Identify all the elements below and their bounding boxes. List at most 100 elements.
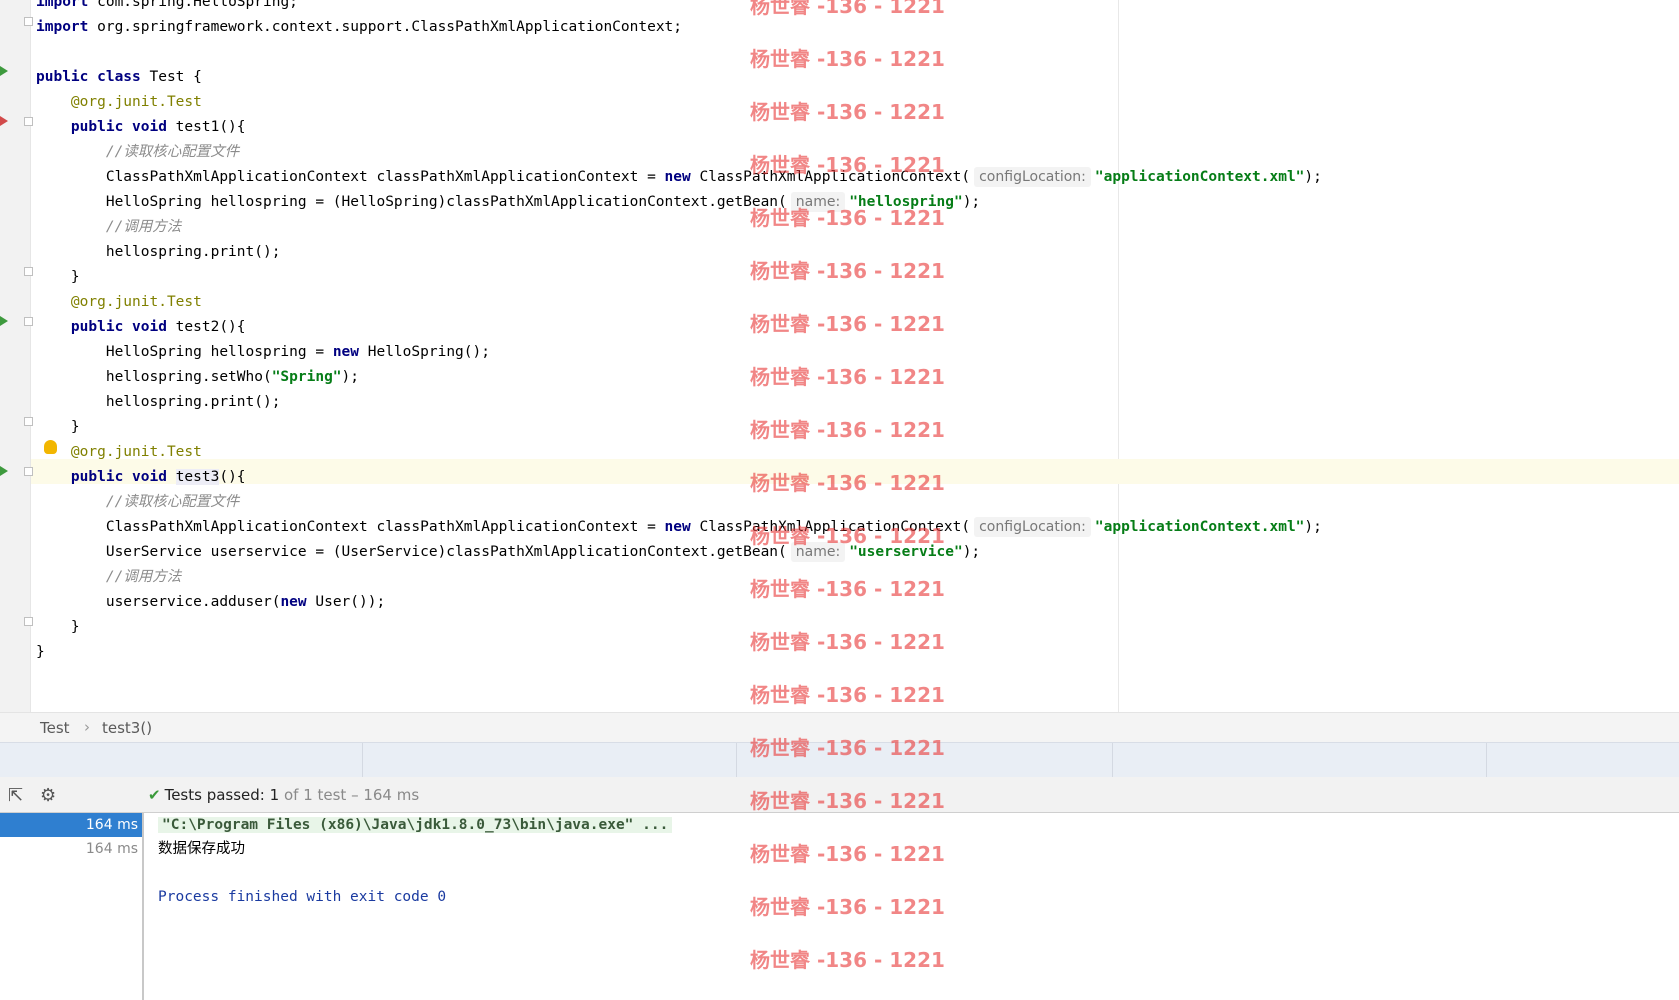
- code-token: HelloSpring hellospring =: [36, 344, 333, 360]
- code-line[interactable]: @org.junit.Test: [36, 90, 202, 115]
- code-token: Test: [166, 444, 202, 460]
- code-line[interactable]: //读取核心配置文件: [36, 490, 239, 515]
- console-command[interactable]: "C:\Program Files (x86)\Java\jdk1.8.0_73…: [158, 817, 673, 833]
- test-tree-row-test3[interactable]: 164 ms: [0, 837, 142, 861]
- run-test3-icon[interactable]: [0, 466, 8, 476]
- fold-marker[interactable]: [24, 17, 33, 26]
- code-line[interactable]: }: [36, 265, 80, 290]
- code-line[interactable]: //调用方法: [36, 565, 181, 590]
- splitter-divider: [1486, 743, 1487, 777]
- watermark-text: 杨世睿 -136 - 1221: [750, 948, 945, 972]
- code-token: }: [36, 619, 80, 635]
- code-line[interactable]: }: [36, 615, 80, 640]
- code-token: "Spring": [271, 369, 342, 385]
- code-token: UserService userservice = (UserService)c…: [36, 544, 787, 560]
- code-token: "applicationContext.xml": [1094, 519, 1305, 535]
- watermark-text: 杨世睿 -136 - 1221: [750, 0, 945, 18]
- breadcrumb-item-method[interactable]: test3(): [102, 719, 152, 737]
- code-token: );: [962, 194, 981, 210]
- code-token: @org.junit.: [70, 294, 167, 310]
- code-line[interactable]: ClassPathXmlApplicationContext classPath…: [36, 515, 1322, 540]
- code-line[interactable]: import org.springframework.context.suppo…: [36, 15, 682, 40]
- code-token: @org.junit.: [70, 94, 167, 110]
- code-token: //调用方法: [105, 569, 182, 585]
- code-token: Test: [166, 294, 202, 310]
- tests-status-count: 1: [269, 786, 280, 804]
- breadcrumb-item-class[interactable]: Test: [40, 719, 70, 737]
- watermark-text: 杨世睿 -136 - 1221: [750, 471, 945, 495]
- run-class-icon[interactable]: [0, 66, 8, 76]
- splitter-divider: [362, 743, 363, 777]
- code-token: org.springframework.context.support.Clas…: [88, 19, 683, 35]
- fold-marker[interactable]: [24, 467, 33, 476]
- code-token: //读取核心配置文件: [105, 144, 240, 160]
- code-token: }: [36, 419, 80, 435]
- export-icon[interactable]: ⇱: [8, 785, 23, 806]
- code-token: //调用方法: [105, 219, 182, 235]
- lightbulb-icon[interactable]: [44, 440, 57, 454]
- code-token: test3: [175, 469, 220, 485]
- code-line[interactable]: hellospring.setWho("Spring");: [36, 365, 359, 390]
- test-tree-row-root[interactable]: 164 ms: [0, 813, 142, 837]
- code-line[interactable]: @org.junit.Test: [36, 440, 202, 465]
- watermark-text: 杨世睿 -136 - 1221: [750, 630, 945, 654]
- code-token: import: [36, 0, 89, 10]
- code-token: new: [280, 594, 307, 610]
- splitter-divider: [736, 743, 737, 777]
- watermark-text: 杨世睿 -136 - 1221: [750, 577, 945, 601]
- editor-gutter[interactable]: [0, 0, 31, 712]
- code-line[interactable]: //读取核心配置文件: [36, 140, 239, 165]
- code-token: hellospring.setWho(: [36, 369, 272, 385]
- code-token: Test {: [140, 69, 202, 85]
- watermark-text: 杨世睿 -136 - 1221: [750, 418, 945, 442]
- code-line[interactable]: public void test2(){: [36, 315, 246, 340]
- fold-marker[interactable]: [24, 417, 33, 426]
- code-line[interactable]: HelloSpring hellospring = new HelloSprin…: [36, 340, 490, 365]
- code-line[interactable]: public void test3(){: [36, 465, 246, 490]
- tests-status-prefix: Tests passed:: [164, 786, 265, 804]
- watermark-text: 杨世睿 -136 - 1221: [750, 47, 945, 71]
- code-line[interactable]: ClassPathXmlApplicationContext classPath…: [36, 165, 1322, 190]
- code-line[interactable]: userservice.adduser(new User());: [36, 590, 385, 615]
- code-line[interactable]: public class Test {: [36, 65, 202, 90]
- code-token: @org.junit.: [70, 444, 167, 460]
- run-test2-icon[interactable]: [0, 316, 8, 326]
- code-line[interactable]: public void test1(){: [36, 115, 246, 140]
- fold-marker[interactable]: [24, 117, 33, 126]
- code-token: //读取核心配置文件: [105, 494, 240, 510]
- code-line[interactable]: }: [36, 415, 80, 440]
- code-token: );: [341, 369, 360, 385]
- code-token: public void: [70, 119, 167, 135]
- fold-marker[interactable]: [24, 267, 33, 276]
- code-line[interactable]: hellospring.print();: [36, 240, 281, 265]
- parameter-hint: configLocation:: [974, 517, 1091, 537]
- code-line[interactable]: //调用方法: [36, 215, 181, 240]
- run-test1-icon[interactable]: [0, 116, 8, 126]
- code-token: test2(){: [166, 319, 246, 335]
- fold-marker[interactable]: [24, 317, 33, 326]
- code-token: new: [664, 519, 691, 535]
- console-exit-line: Process finished with exit code 0: [158, 889, 447, 905]
- code-line[interactable]: import com.spring.HelloSpring;: [36, 0, 298, 15]
- code-token: com.spring.HelloSpring;: [88, 0, 298, 10]
- code-token: }: [36, 644, 45, 660]
- code-line[interactable]: }: [36, 640, 45, 665]
- code-token: public void: [70, 469, 167, 485]
- gear-icon[interactable]: ⚙: [40, 785, 56, 806]
- code-token: ClassPathXmlApplicationContext classPath…: [36, 519, 665, 535]
- code-line[interactable]: hellospring.print();: [36, 390, 281, 415]
- code-token: Test: [166, 94, 202, 110]
- splitter-divider: [1112, 743, 1113, 777]
- watermark-text: 杨世睿 -136 - 1221: [750, 100, 945, 124]
- code-line[interactable]: @org.junit.Test: [36, 290, 202, 315]
- fold-marker[interactable]: [24, 617, 33, 626]
- watermark-text: 杨世睿 -136 - 1221: [750, 789, 945, 813]
- code-token: test1(){: [166, 119, 246, 135]
